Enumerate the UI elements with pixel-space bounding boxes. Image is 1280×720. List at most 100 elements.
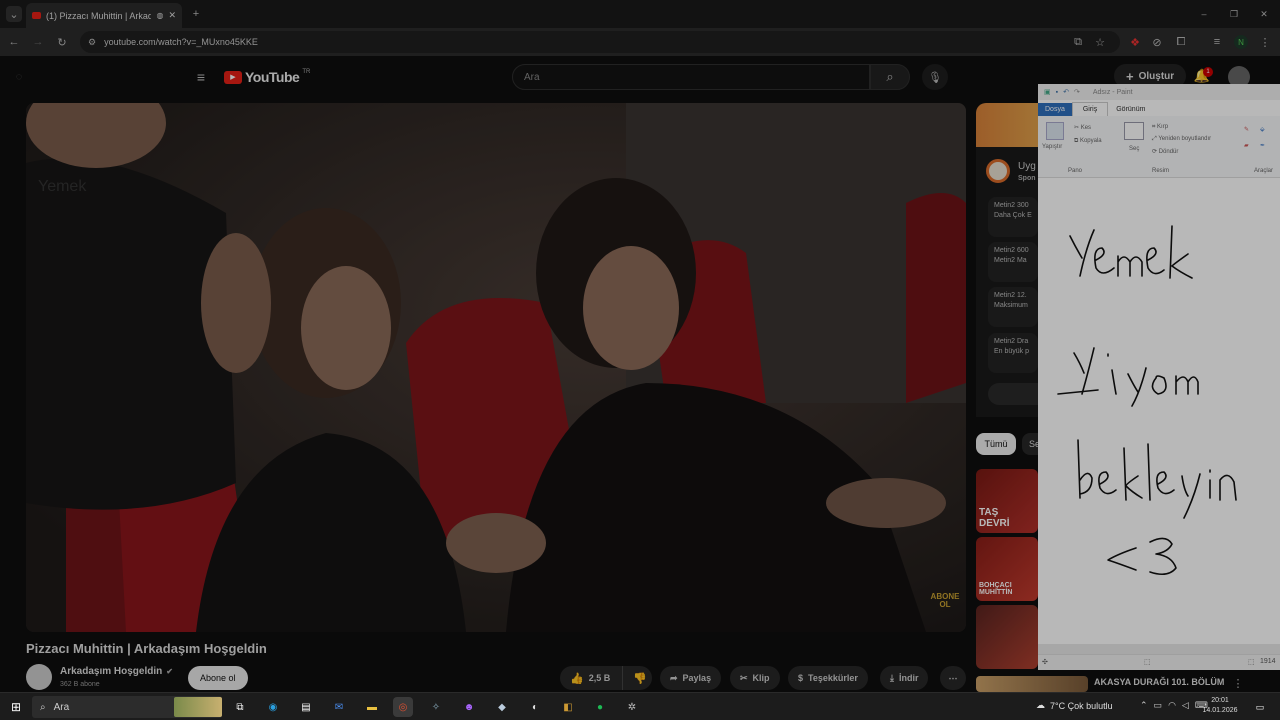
wifi-icon[interactable]: ◠ — [1168, 700, 1176, 711]
subscribe-watermark[interactable]: ABONE OL — [930, 593, 960, 609]
resize-button[interactable]: ⤢ Yeniden boyutlandır — [1152, 136, 1211, 143]
ad-card[interactable]: Metin2 Dra En büyük p — [988, 333, 1038, 373]
video-options-icon[interactable]: ⋮ — [1232, 676, 1244, 690]
share-button[interactable]: ➦ Paylaş — [660, 666, 722, 690]
clip-button[interactable]: ✂ Klip — [730, 666, 780, 690]
maximize-icon[interactable]: ❐ — [1226, 6, 1242, 22]
file-explorer-icon[interactable]: ▬ — [362, 697, 382, 717]
close-window-icon[interactable]: ✕ — [1256, 6, 1272, 22]
omnibox[interactable]: ⚙ youtube.com/watch?v=_MUxno45KKE — [80, 31, 1120, 53]
discord-icon[interactable]: ☻ — [459, 697, 479, 717]
subscribe-button[interactable]: Abone ol — [188, 666, 248, 690]
video-thumbnail[interactable]: TAŞ DEVRİ — [976, 469, 1038, 533]
site-info-icon[interactable]: ⚙ — [88, 37, 96, 48]
next-video-thumbnail[interactable] — [976, 676, 1088, 692]
paint-tab-view[interactable]: Görünüm — [1108, 103, 1153, 116]
chip-all[interactable]: Tümü — [976, 433, 1016, 455]
volume-icon[interactable]: ◁ — [1182, 700, 1189, 711]
extension-icon[interactable]: ❖ — [1128, 35, 1142, 49]
ad-card[interactable]: Metin2 12. Maksimum — [988, 287, 1038, 327]
hamburger-menu-icon[interactable]: ≡ — [192, 68, 210, 86]
undo-icon[interactable]: ↶ — [1063, 88, 1069, 96]
store-icon[interactable]: ▤ — [296, 697, 316, 717]
ad-cta-button[interactable] — [988, 383, 1038, 405]
edge-icon[interactable]: ◉ — [263, 697, 283, 717]
ad-card[interactable]: Metin2 300 Daha Çok E — [988, 197, 1038, 237]
tray-app-icon[interactable]: ▭ — [1154, 700, 1163, 711]
weather-widget[interactable]: ☁ 7°C Çok bulutlu — [1036, 700, 1113, 711]
install-app-icon[interactable]: ⧉ — [1071, 35, 1085, 49]
reading-list-icon[interactable]: ≡ — [1210, 35, 1224, 49]
windows-start-icon[interactable]: ⊞ — [6, 697, 26, 717]
browser-tab[interactable]: (1) Pizzacı Muhittin | Arkadaşım ◍ ✕ — [26, 3, 182, 28]
search-highlight-image — [174, 697, 222, 717]
copy-button[interactable]: ⧉ Kopyala — [1074, 138, 1102, 145]
video-thumbnail[interactable]: BOHÇACI MUHİTTİN — [976, 537, 1038, 601]
like-button[interactable]: 👍 2,5 B — [560, 666, 622, 690]
taskbar-search-box[interactable]: ⌕ Ara — [32, 696, 222, 718]
fill-icon[interactable]: ⬙ — [1260, 126, 1265, 133]
extensions-puzzle-icon[interactable]: ⧠ — [1174, 35, 1188, 49]
app-icon[interactable]: ◧ — [558, 697, 578, 717]
profile-avatar[interactable]: N — [1234, 35, 1248, 49]
reload-icon[interactable]: ↻ — [54, 34, 70, 50]
ad-card-title: Metin2 300 — [994, 202, 1029, 209]
video-thumbnail[interactable] — [976, 605, 1038, 669]
clock[interactable]: 20:01 14.01.2026 — [1200, 696, 1240, 716]
search-icon[interactable]: ⌕ — [870, 64, 910, 90]
video-player[interactable]: ABONE OL — [26, 103, 966, 632]
bookmark-star-icon[interactable]: ☆ — [1093, 35, 1107, 49]
tab-list-chevron-icon[interactable]: ⌄ — [6, 6, 22, 22]
canvas-size-icon: ⬚ — [1248, 659, 1255, 666]
mail-icon[interactable]: ✉ — [329, 697, 349, 717]
paste-icon[interactable] — [1046, 122, 1064, 140]
browser-menu-icon[interactable]: ⋮ — [1258, 35, 1272, 49]
extension-2-icon[interactable]: ⊘ — [1150, 35, 1164, 49]
chip-next[interactable]: Se — [1022, 433, 1040, 455]
app-2-icon[interactable]: ✲ — [622, 697, 642, 717]
back-arrow-icon[interactable]: ← — [6, 34, 22, 50]
new-tab-plus-icon[interactable]: + — [188, 6, 204, 22]
create-label: Oluştur — [1138, 70, 1175, 82]
forward-arrow-icon[interactable]: → — [30, 34, 46, 50]
microphone-icon[interactable]: 🎙 — [922, 64, 948, 90]
cut-button[interactable]: ✂ Kes — [1074, 124, 1091, 131]
spotify-icon[interactable]: ● — [590, 697, 610, 717]
ad-title: Uyg — [1018, 161, 1036, 172]
address-toolbar: ← → ↻ ⚙ youtube.com/watch?v=_MUxno45KKE … — [0, 28, 1280, 56]
eraser-icon[interactable]: ▰ — [1244, 142, 1249, 149]
more-actions-button[interactable]: ⋯ — [940, 666, 966, 690]
paint-tab-file[interactable]: Dosya — [1038, 103, 1072, 116]
network-app-icon[interactable]: ✧ — [426, 697, 446, 717]
picker-icon[interactable]: ✒ — [1260, 142, 1265, 149]
youtube-logo[interactable]: ▶ YouTube TR — [224, 69, 310, 85]
share-label: Paylaş — [682, 673, 712, 683]
paint-canvas[interactable]: Yemek — [38, 178, 1280, 644]
crop-button[interactable]: ⌗ Kırp — [1152, 124, 1168, 131]
minimize-icon[interactable]: – — [1196, 6, 1212, 22]
save-icon[interactable]: ▪ — [1056, 89, 1058, 96]
channel-avatar[interactable] — [26, 664, 52, 690]
paint-tab-home[interactable]: Giriş — [1071, 102, 1109, 116]
close-tab-icon[interactable]: ✕ — [168, 10, 176, 21]
ad-banner[interactable] — [976, 103, 1038, 147]
dislike-button[interactable]: 👎 — [622, 666, 652, 690]
thanks-button[interactable]: $ Teşekkürler — [788, 666, 868, 690]
pencil-icon[interactable]: ✎ — [1244, 126, 1249, 133]
channel-name-row[interactable]: Arkadaşım Hoşgeldin ✔ — [60, 666, 173, 677]
search-input[interactable]: Ara — [512, 64, 870, 90]
task-view-icon[interactable]: ⧉ — [230, 697, 250, 717]
next-video-title[interactable]: AKASYA DURAĞI 101. BÖLÜM — [1094, 677, 1224, 687]
ad-card[interactable]: Metin2 600 Metin2 Ma — [988, 242, 1038, 282]
taskbar-search-label: Ara — [53, 701, 70, 713]
notification-center-icon[interactable]: ▭ — [1250, 697, 1270, 717]
tray-chevron-icon[interactable]: ⌃ — [1140, 700, 1148, 711]
game-icon[interactable]: ◐ — [525, 697, 545, 717]
chrome-icon[interactable]: ◎ — [393, 697, 413, 717]
paint-scrollbar[interactable] — [1038, 644, 1280, 654]
select-icon[interactable] — [1124, 122, 1144, 140]
download-button[interactable]: ⤓ İndir — [880, 666, 929, 690]
redo-icon[interactable]: ↷ — [1074, 88, 1080, 96]
steam-icon[interactable]: ◆ — [492, 697, 512, 717]
rotate-button[interactable]: ⟳ Döndür — [1152, 148, 1178, 155]
